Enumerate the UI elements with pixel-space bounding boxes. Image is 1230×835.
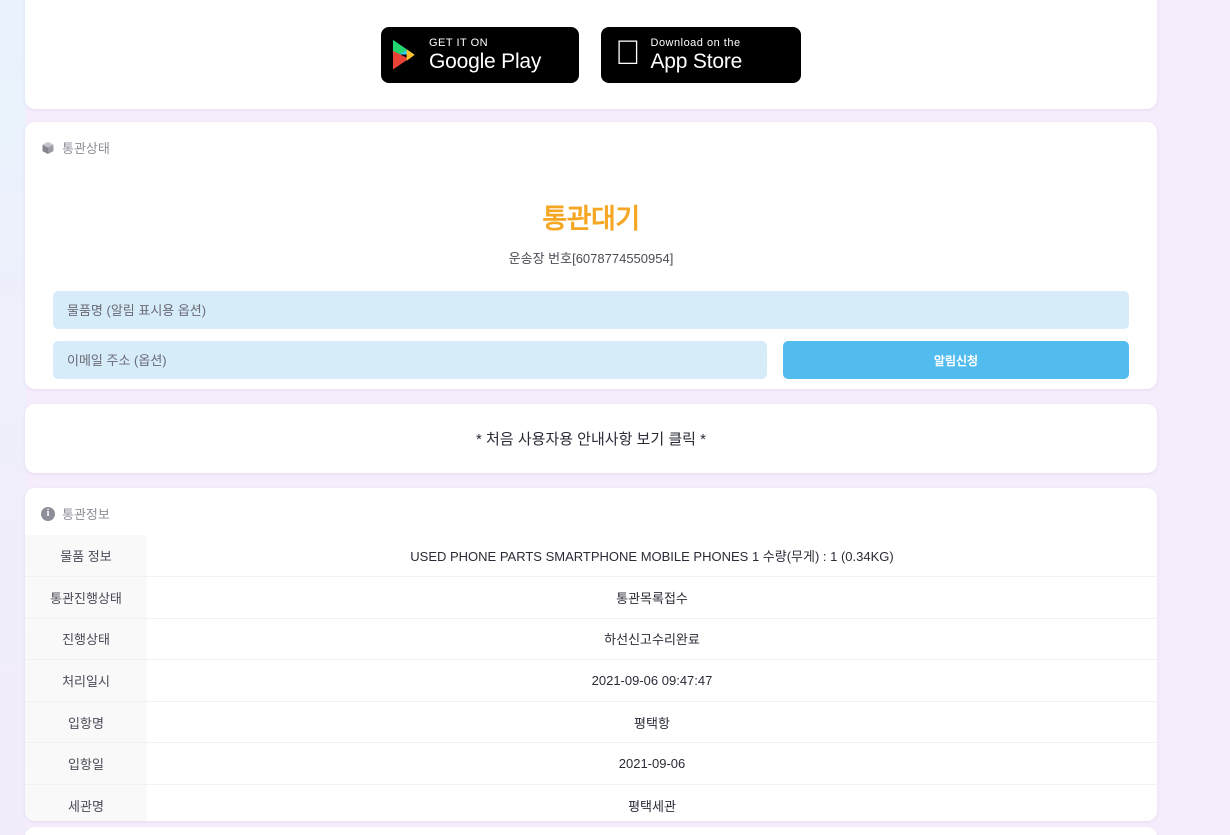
row-value: USED PHONE PARTS SMARTPHONE MOBILE PHONE… — [147, 535, 1157, 578]
item-name-input[interactable] — [53, 291, 1129, 329]
customs-status-value: 통관대기 — [542, 204, 640, 234]
row-label: 처리일시 — [25, 659, 147, 702]
info-icon: i — [41, 506, 55, 521]
google-play-badge-big: Google Play — [429, 49, 542, 73]
row-value: 평택항 — [147, 701, 1157, 744]
customs-info-card: i 통관정보 물품 정보 USED PHONE PARTS SMARTPHONE… — [25, 488, 1157, 821]
store-badge-row: GET IT ON Google Play  Download on the … — [25, 0, 1157, 109]
app-download-card: GET IT ON Google Play  Download on the … — [25, 0, 1157, 109]
table-row: 세관명 평택세관 — [25, 784, 1157, 821]
customs-info-header: i 통관정보 — [25, 488, 1157, 523]
customs-info-table-body: 물품 정보 USED PHONE PARTS SMARTPHONE MOBILE… — [25, 535, 1157, 821]
row-value: 통관목록접수 — [147, 576, 1157, 619]
row-value: 평택세관 — [147, 784, 1157, 821]
app-store-badge-big: App Store — [625, 49, 743, 73]
row-value: 2021-09-06 09:47:47 — [147, 659, 1157, 702]
tracking-number-label: 운송장 번호 — [508, 251, 573, 266]
google-play-badge[interactable]: GET IT ON Google Play — [381, 26, 579, 83]
table-row: 입항일 2021-09-06 — [25, 742, 1157, 786]
table-row: 물품 정보 USED PHONE PARTS SMARTPHONE MOBILE… — [25, 535, 1157, 578]
table-row: 입항명 평택항 — [25, 701, 1157, 744]
row-label: 물품 정보 — [25, 535, 147, 578]
customs-status-header-label: 통관상태 — [62, 141, 110, 156]
row-value: 하선신고수리완료 — [147, 618, 1157, 661]
next-section-card — [25, 827, 1157, 835]
customs-status-header: 통관상태 — [25, 122, 1157, 157]
customs-status-card: 통관상태 통관대기 운송장 번호[6078774550954] 알림신청 — [25, 122, 1157, 389]
row-label: 통관진행상태 — [25, 576, 147, 619]
row-label: 진행상태 — [25, 618, 147, 661]
table-row: 진행상태 하선신고수리완료 — [25, 618, 1157, 661]
notification-form: 알림신청 — [25, 267, 1157, 379]
tracking-number-line: 운송장 번호[6078774550954] — [25, 248, 1157, 267]
customs-tracking-page: GET IT ON Google Play  Download on the … — [0, 0, 1230, 835]
app-store-badge-small: Download on the — [625, 36, 741, 49]
email-input[interactable] — [53, 341, 767, 379]
google-play-icon — [393, 39, 419, 70]
notify-request-button[interactable]: 알림신청 — [783, 341, 1129, 379]
email-and-submit-row: 알림신청 — [53, 341, 1129, 379]
google-play-badge-small: GET IT ON — [429, 36, 489, 49]
customs-info-table: 물품 정보 USED PHONE PARTS SMARTPHONE MOBILE… — [25, 535, 1157, 821]
apple-icon:  — [615, 36, 641, 70]
tracking-number-value: [6078774550954] — [572, 251, 674, 266]
cube-icon — [41, 141, 55, 155]
app-store-badge-text: Download on the App Store — [625, 36, 743, 73]
google-play-badge-text: GET IT ON Google Play — [429, 36, 542, 73]
row-label: 입항일 — [25, 742, 147, 786]
customs-info-header-label: 통관정보 — [62, 507, 110, 522]
app-store-badge[interactable]:  Download on the App Store — [601, 26, 801, 83]
row-label: 입항명 — [25, 701, 147, 744]
table-row: 처리일시 2021-09-06 09:47:47 — [25, 659, 1157, 702]
row-value: 2021-09-06 — [147, 742, 1157, 786]
first-time-user-notice-card[interactable]: * 처음 사용자용 안내사항 보기 클릭 * — [25, 404, 1157, 473]
first-time-user-notice-link[interactable]: * 처음 사용자용 안내사항 보기 클릭 * — [476, 428, 706, 449]
table-row: 통관진행상태 통관목록접수 — [25, 576, 1157, 619]
row-label: 세관명 — [25, 784, 147, 821]
